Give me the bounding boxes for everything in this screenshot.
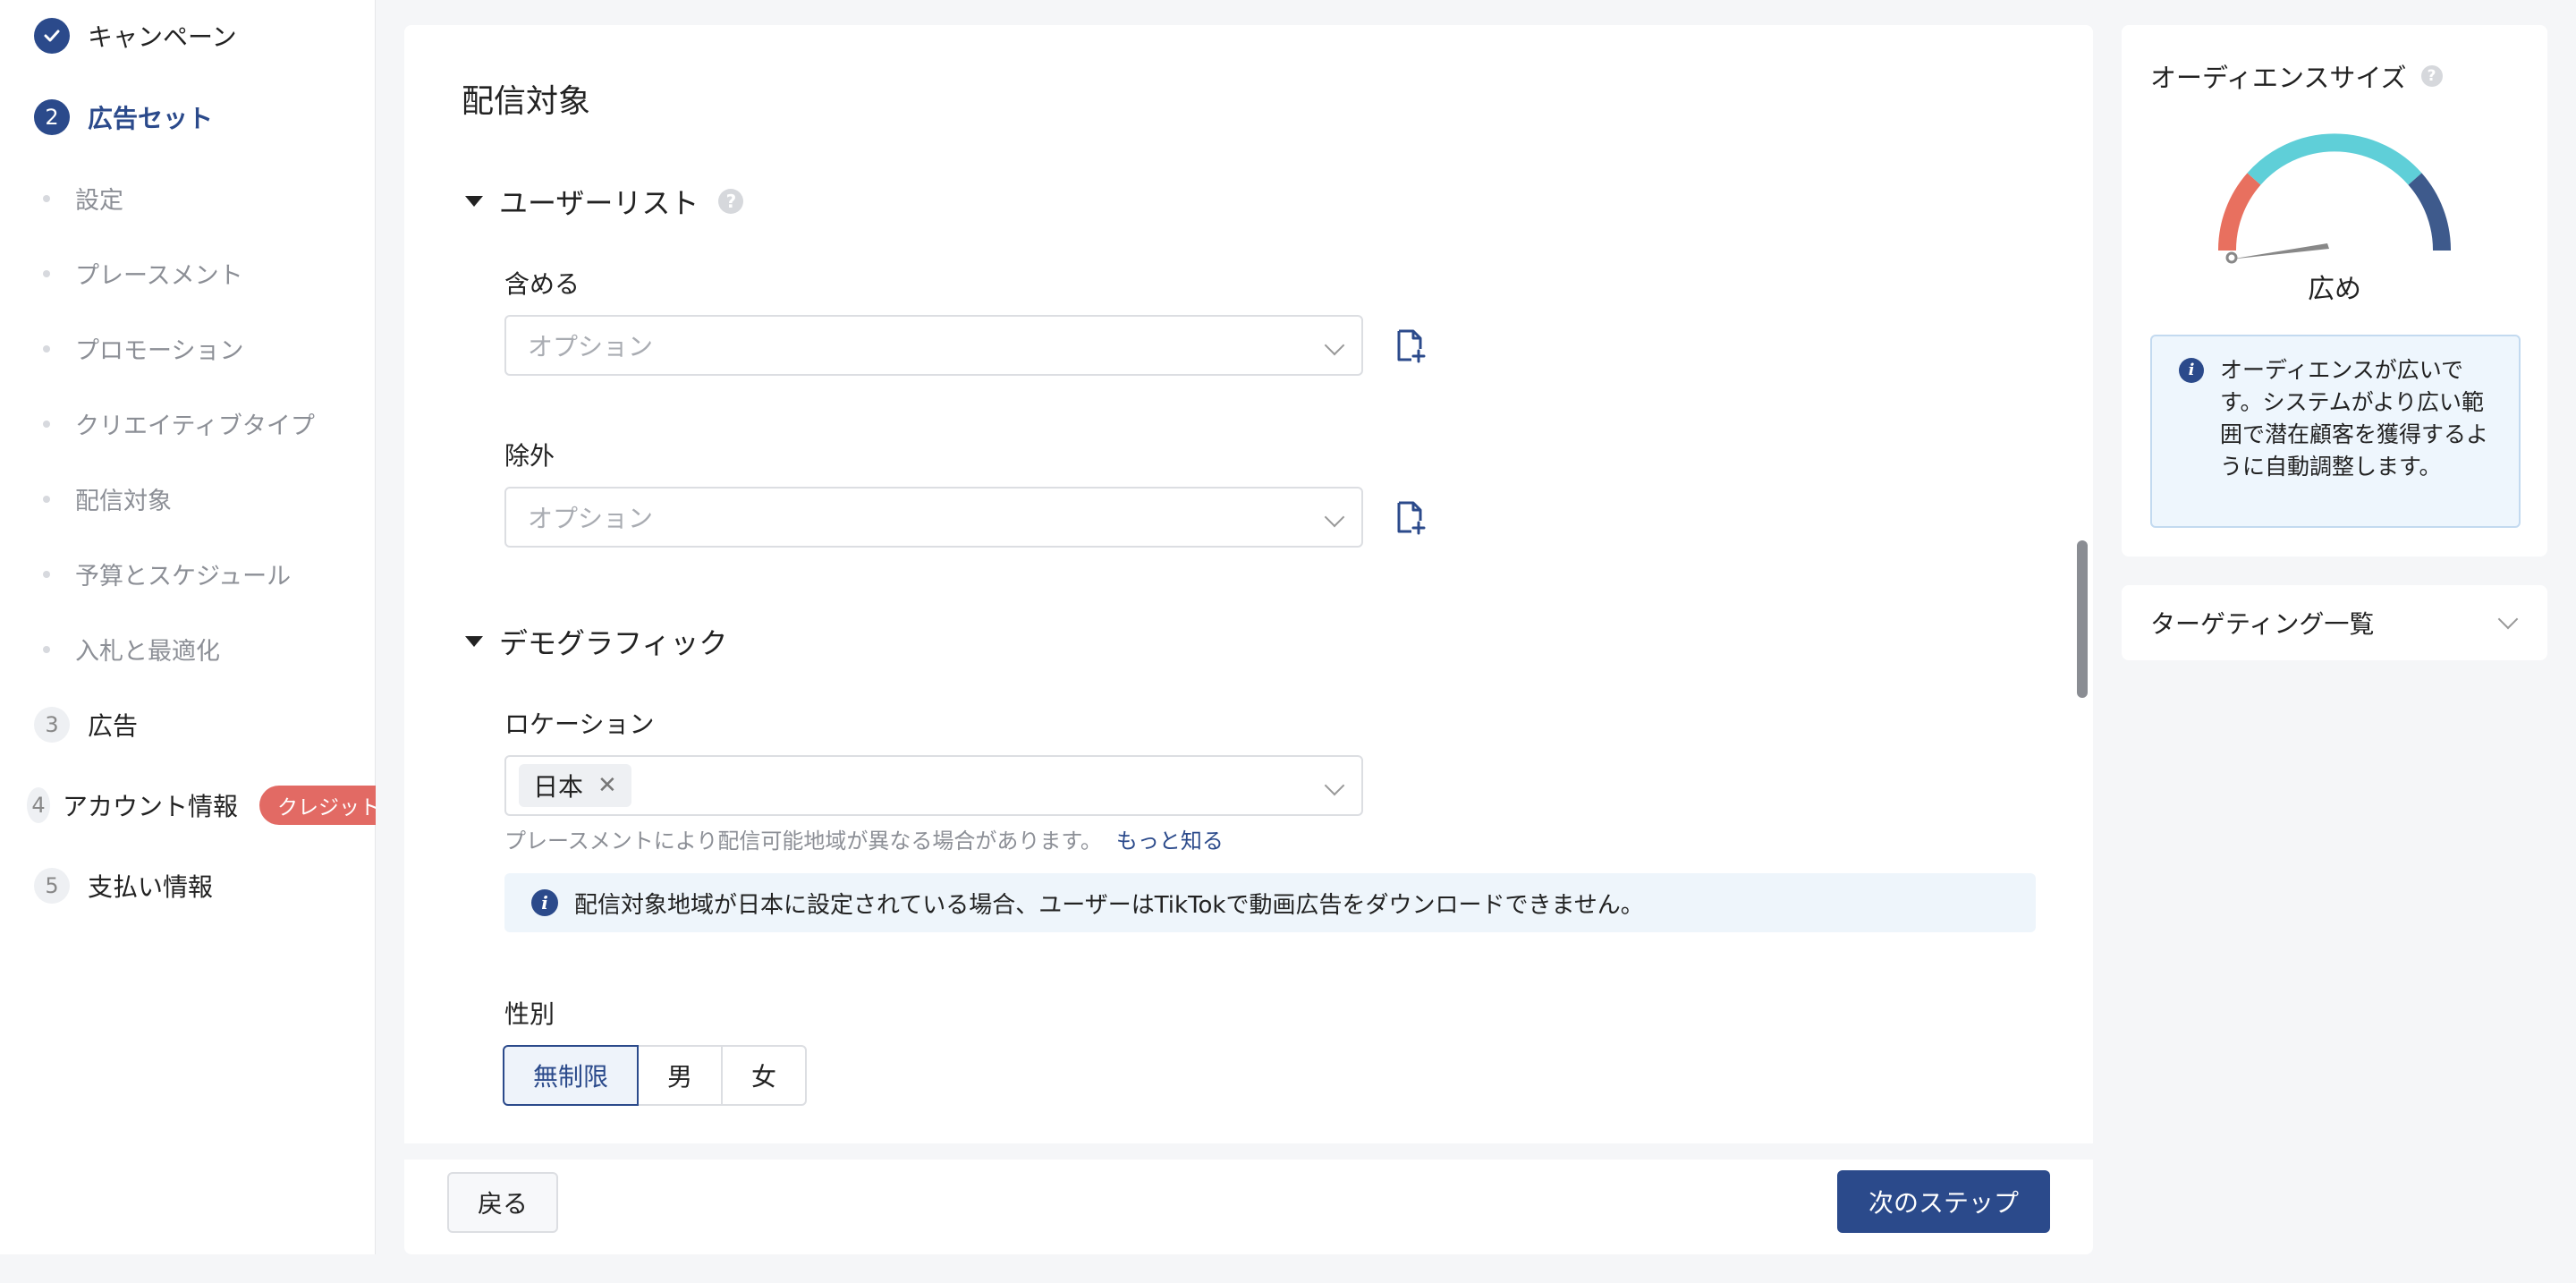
sub-item-label: 予算とスケジュール: [75, 563, 292, 591]
gauge-label: 広め: [2308, 274, 2361, 305]
step-number: 3: [34, 707, 70, 743]
caret-down-icon: [465, 636, 483, 647]
sub-item-label: クリエイティブタイプ: [75, 412, 315, 440]
step-account-info[interactable]: 4 アカウント情報: [27, 787, 238, 823]
step-campaign[interactable]: キャンペーン: [34, 18, 237, 54]
upload-file-icon[interactable]: [1395, 501, 1426, 535]
chevron-down-icon: [1324, 506, 1345, 528]
sub-item-label: 入札と最適化: [75, 638, 220, 666]
location-tag: 日本 ✕: [519, 764, 631, 807]
notice-text: 配信対象地域が日本に設定されている場合、ユーザーはTikTokで動画広告をダウン…: [574, 891, 1644, 919]
info-icon: i: [531, 889, 558, 916]
check-icon: [34, 18, 70, 54]
sub-item-creative-type[interactable]: クリエイティブタイプ: [43, 406, 315, 441]
chevron-down-icon: [1324, 335, 1345, 356]
step-ad-set[interactable]: 2 広告セット: [34, 99, 213, 135]
user-list-toggle[interactable]: ユーザーリスト ?: [465, 181, 744, 222]
include-select[interactable]: オプション: [504, 315, 1363, 376]
step-label: 広告セット: [88, 104, 214, 133]
section-title: 配信対象: [462, 83, 591, 120]
sub-item-label: 設定: [75, 187, 123, 215]
sub-item-placement[interactable]: プレースメント: [43, 256, 243, 291]
step-payment-info[interactable]: 5 支払い情報: [34, 868, 213, 904]
gender-option-female[interactable]: 女: [721, 1045, 807, 1106]
targeting-summary-toggle[interactable]: ターゲティング一覧: [2122, 585, 2547, 660]
sub-item-label: プレースメント: [75, 262, 243, 290]
step-label: アカウント情報: [63, 792, 239, 821]
gender-label: 性別: [504, 999, 555, 1029]
step-sidebar: キャンペーン 2 広告セット 設定 プレースメント プロモーション クリエイティ…: [0, 0, 376, 1254]
step-number: 5: [34, 868, 70, 904]
demographic-toggle[interactable]: デモグラフィック: [465, 621, 727, 662]
learn-more-link[interactable]: もっと知る: [1116, 828, 1224, 854]
gender-option-male[interactable]: 男: [637, 1045, 723, 1106]
audience-size-card: オーディエンスサイズ ? 広め i オーディエンスが広いです。システムがより広い…: [2122, 25, 2547, 557]
step-label: キャンペーン: [88, 22, 237, 52]
sub-item-bidding[interactable]: 入札と最適化: [43, 632, 220, 667]
exclude-label: 除外: [504, 441, 555, 471]
location-hint: プレースメントにより配信可能地域が異なる場合があります。 もっと知る: [504, 823, 1224, 854]
location-label: ロケーション: [504, 709, 655, 739]
step-label: 支払い情報: [88, 872, 214, 902]
step-number: 2: [34, 99, 70, 135]
audience-title-text: オーディエンスサイズ: [2150, 63, 2407, 93]
sub-item-targeting[interactable]: 配信対象: [43, 481, 172, 516]
help-icon[interactable]: ?: [718, 189, 744, 214]
chevron-down-icon: [1324, 775, 1345, 796]
targeting-panel: 配信対象 ユーザーリスト ? 含める オプション 除外 オプション デモグラフィ…: [404, 25, 2093, 1254]
gender-selector: 無制限 男 女: [503, 1045, 807, 1106]
step-ad[interactable]: 3 広告: [34, 707, 138, 743]
sub-item-settings[interactable]: 設定: [43, 181, 123, 216]
exclude-placeholder: オプション: [528, 504, 654, 533]
step-number: 4: [27, 787, 50, 823]
footer-divider: [404, 1143, 2093, 1160]
help-icon[interactable]: ?: [2420, 65, 2443, 87]
step-label: 広告: [88, 711, 139, 741]
sub-item-promotion[interactable]: プロモーション: [43, 331, 243, 366]
audience-title: オーディエンスサイズ ?: [2150, 57, 2443, 95]
demographic-header: デモグラフィック: [499, 626, 728, 660]
location-notice: i 配信対象地域が日本に設定されている場合、ユーザーはTikTokで動画広告をダ…: [504, 873, 2036, 932]
sub-item-budget-schedule[interactable]: 予算とスケジュール: [43, 557, 291, 591]
info-icon: i: [2179, 358, 2204, 383]
caret-down-icon: [465, 196, 483, 207]
upload-file-icon[interactable]: [1395, 329, 1426, 363]
include-placeholder: オプション: [528, 332, 654, 361]
targeting-summary-label: ターゲティング一覧: [2150, 609, 2375, 639]
audience-info: i オーディエンスが広いです。システムがより広い範囲で潜在顧客を獲得するように自…: [2150, 335, 2521, 528]
audience-info-text: オーディエンスが広いです。システムがより広い範囲で潜在顧客を獲得するように自動調…: [2220, 357, 2489, 480]
scrollbar-thumb[interactable]: [2077, 540, 2088, 698]
sub-item-label: 配信対象: [75, 488, 172, 515]
exclude-select[interactable]: オプション: [504, 487, 1363, 548]
location-select[interactable]: 日本 ✕: [504, 755, 1363, 816]
user-list-header: ユーザーリスト: [499, 186, 699, 220]
close-icon[interactable]: ✕: [597, 772, 617, 799]
next-step-button[interactable]: 次のステップ: [1837, 1170, 2050, 1233]
location-tag-label: 日本: [533, 772, 584, 802]
include-label: 含める: [504, 269, 580, 299]
back-button[interactable]: 戻る: [447, 1172, 558, 1233]
credit-badge: クレジット: [259, 786, 376, 825]
audience-gauge: [2218, 133, 2451, 264]
gender-option-unlimited[interactable]: 無制限: [503, 1045, 639, 1106]
location-hint-text: プレースメントにより配信可能地域が異なる場合があります。: [504, 828, 1102, 854]
sub-item-label: プロモーション: [75, 337, 244, 365]
chevron-down-icon: [2497, 608, 2519, 630]
